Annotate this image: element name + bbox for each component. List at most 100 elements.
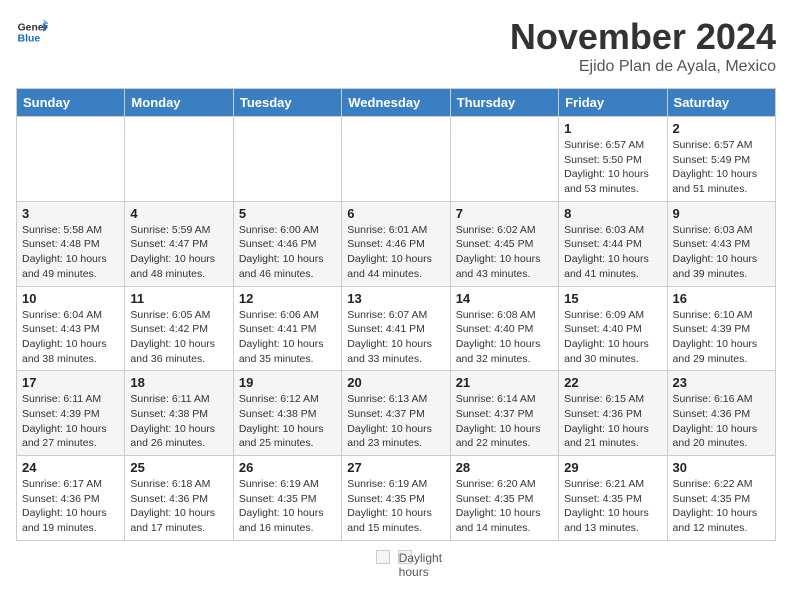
calendar-cell: 21 Sunrise: 6:14 AM Sunset: 4:37 PM Dayli…: [450, 371, 558, 456]
calendar-cell: 26 Sunrise: 6:19 AM Sunset: 4:35 PM Dayli…: [233, 456, 341, 541]
day-number: 17: [22, 375, 119, 390]
day-info: Sunrise: 6:17 AM Sunset: 4:36 PM Dayligh…: [22, 477, 119, 536]
day-number: 12: [239, 291, 336, 306]
calendar-cell: 27Sunrise: 6:19 AM Sunset: 4:35 PM Dayli…: [342, 456, 450, 541]
day-number: 10: [22, 291, 119, 306]
day-number: 27: [347, 460, 444, 475]
day-info: Sunrise: 6:11 AM Sunset: 4:38 PM Dayligh…: [130, 392, 227, 451]
calendar-cell: 29Sunrise: 6:21 AM Sunset: 4:35 PM Dayli…: [559, 456, 667, 541]
daylight-swatch: [376, 550, 390, 564]
calendar-cell: 18 Sunrise: 6:11 AM Sunset: 4:38 PM Dayli…: [125, 371, 233, 456]
calendar-cell: 1 Sunrise: 6:57 AM Sunset: 5:50 PM Daylig…: [559, 117, 667, 202]
day-number: 14: [456, 291, 553, 306]
calendar-cell: 10 Sunrise: 6:04 AM Sunset: 4:43 PM Dayli…: [17, 286, 125, 371]
day-number: 1: [564, 121, 661, 136]
day-number: 22: [564, 375, 661, 390]
calendar-cell: 30 Sunrise: 6:22 AM Sunset: 4:35 PM Dayli…: [667, 456, 775, 541]
day-number: 25: [130, 460, 227, 475]
calendar: SundayMondayTuesdayWednesdayThursdayFrid…: [16, 88, 776, 541]
day-info: Sunrise: 6:19 AM Sunset: 4:35 PM Dayligh…: [239, 477, 336, 536]
day-number: 5: [239, 206, 336, 221]
calendar-cell: 20Sunrise: 6:13 AM Sunset: 4:37 PM Dayli…: [342, 371, 450, 456]
day-info: Sunrise: 6:11 AM Sunset: 4:39 PM Dayligh…: [22, 392, 119, 451]
header: General Blue November 2024 Ejido Plan de…: [16, 16, 776, 76]
day-number: 2: [673, 121, 770, 136]
calendar-cell: 7 Sunrise: 6:02 AM Sunset: 4:45 PM Daylig…: [450, 201, 558, 286]
day-number: 21: [456, 375, 553, 390]
day-info: Sunrise: 6:57 AM Sunset: 5:49 PM Dayligh…: [673, 138, 770, 197]
day-info: Sunrise: 6:04 AM Sunset: 4:43 PM Dayligh…: [22, 308, 119, 367]
day-info: Sunrise: 6:15 AM Sunset: 4:36 PM Dayligh…: [564, 392, 661, 451]
day-number: 6: [347, 206, 444, 221]
logo: General Blue: [16, 16, 48, 48]
day-info: Sunrise: 6:20 AM Sunset: 4:35 PM Dayligh…: [456, 477, 553, 536]
calendar-cell: 2 Sunrise: 6:57 AM Sunset: 5:49 PM Daylig…: [667, 117, 775, 202]
calendar-cell: [450, 117, 558, 202]
day-info: Sunrise: 6:03 AM Sunset: 4:43 PM Dayligh…: [673, 223, 770, 282]
calendar-cell: 5 Sunrise: 6:00 AM Sunset: 4:46 PM Daylig…: [233, 201, 341, 286]
day-number: 30: [673, 460, 770, 475]
footer-note: Daylight hours: [16, 549, 776, 564]
calendar-cell: 14 Sunrise: 6:08 AM Sunset: 4:40 PM Dayli…: [450, 286, 558, 371]
day-number: 13: [347, 291, 444, 306]
day-info: Sunrise: 6:05 AM Sunset: 4:42 PM Dayligh…: [130, 308, 227, 367]
day-info: Sunrise: 6:16 AM Sunset: 4:36 PM Dayligh…: [673, 392, 770, 451]
calendar-cell: 11 Sunrise: 6:05 AM Sunset: 4:42 PM Dayli…: [125, 286, 233, 371]
location-title: Ejido Plan de Ayala, Mexico: [510, 58, 776, 76]
day-number: 26: [239, 460, 336, 475]
day-number: 18: [130, 375, 227, 390]
day-number: 3: [22, 206, 119, 221]
day-info: Sunrise: 6:00 AM Sunset: 4:46 PM Dayligh…: [239, 223, 336, 282]
day-info: Sunrise: 6:09 AM Sunset: 4:40 PM Dayligh…: [564, 308, 661, 367]
day-info: Sunrise: 6:07 AM Sunset: 4:41 PM Dayligh…: [347, 308, 444, 367]
day-number: 9: [673, 206, 770, 221]
calendar-cell: 24 Sunrise: 6:17 AM Sunset: 4:36 PM Dayli…: [17, 456, 125, 541]
day-number: 28: [456, 460, 553, 475]
calendar-cell: 28 Sunrise: 6:20 AM Sunset: 4:35 PM Dayli…: [450, 456, 558, 541]
dow-header-sunday: Sunday: [17, 89, 125, 117]
calendar-cell: [17, 117, 125, 202]
dow-header-thursday: Thursday: [450, 89, 558, 117]
daylight-label: Daylight hours: [398, 550, 412, 564]
logo-icon: General Blue: [16, 16, 48, 48]
day-number: 4: [130, 206, 227, 221]
dow-header-wednesday: Wednesday: [342, 89, 450, 117]
calendar-cell: 13 Sunrise: 6:07 AM Sunset: 4:41 PM Dayli…: [342, 286, 450, 371]
day-number: 20: [347, 375, 444, 390]
calendar-cell: 12 Sunrise: 6:06 AM Sunset: 4:41 PM Dayli…: [233, 286, 341, 371]
day-info: Sunrise: 6:57 AM Sunset: 5:50 PM Dayligh…: [564, 138, 661, 197]
calendar-cell: 3 Sunrise: 5:58 AM Sunset: 4:48 PM Daylig…: [17, 201, 125, 286]
title-area: November 2024 Ejido Plan de Ayala, Mexic…: [510, 16, 776, 76]
calendar-cell: 19 Sunrise: 6:12 AM Sunset: 4:38 PM Dayli…: [233, 371, 341, 456]
calendar-cell: 17 Sunrise: 6:11 AM Sunset: 4:39 PM Dayli…: [17, 371, 125, 456]
day-number: 24: [22, 460, 119, 475]
day-number: 19: [239, 375, 336, 390]
day-info: Sunrise: 6:06 AM Sunset: 4:41 PM Dayligh…: [239, 308, 336, 367]
calendar-cell: 25 Sunrise: 6:18 AM Sunset: 4:36 PM Dayli…: [125, 456, 233, 541]
day-info: Sunrise: 6:10 AM Sunset: 4:39 PM Dayligh…: [673, 308, 770, 367]
calendar-cell: [125, 117, 233, 202]
day-info: Sunrise: 6:18 AM Sunset: 4:36 PM Dayligh…: [130, 477, 227, 536]
day-info: Sunrise: 5:59 AM Sunset: 4:47 PM Dayligh…: [130, 223, 227, 282]
day-info: Sunrise: 6:03 AM Sunset: 4:44 PM Dayligh…: [564, 223, 661, 282]
calendar-cell: 16Sunrise: 6:10 AM Sunset: 4:39 PM Dayli…: [667, 286, 775, 371]
day-number: 8: [564, 206, 661, 221]
day-number: 23: [673, 375, 770, 390]
day-number: 29: [564, 460, 661, 475]
calendar-cell: 9 Sunrise: 6:03 AM Sunset: 4:43 PM Daylig…: [667, 201, 775, 286]
calendar-cell: 22 Sunrise: 6:15 AM Sunset: 4:36 PM Dayli…: [559, 371, 667, 456]
day-number: 7: [456, 206, 553, 221]
day-number: 11: [130, 291, 227, 306]
day-info: Sunrise: 6:02 AM Sunset: 4:45 PM Dayligh…: [456, 223, 553, 282]
day-info: Sunrise: 6:14 AM Sunset: 4:37 PM Dayligh…: [456, 392, 553, 451]
day-info: Sunrise: 6:08 AM Sunset: 4:40 PM Dayligh…: [456, 308, 553, 367]
dow-header-saturday: Saturday: [667, 89, 775, 117]
day-info: Sunrise: 6:12 AM Sunset: 4:38 PM Dayligh…: [239, 392, 336, 451]
calendar-cell: 15 Sunrise: 6:09 AM Sunset: 4:40 PM Dayli…: [559, 286, 667, 371]
day-info: Sunrise: 5:58 AM Sunset: 4:48 PM Dayligh…: [22, 223, 119, 282]
day-number: 15: [564, 291, 661, 306]
day-info: Sunrise: 6:22 AM Sunset: 4:35 PM Dayligh…: [673, 477, 770, 536]
calendar-cell: 23 Sunrise: 6:16 AM Sunset: 4:36 PM Dayli…: [667, 371, 775, 456]
calendar-cell: 8 Sunrise: 6:03 AM Sunset: 4:44 PM Daylig…: [559, 201, 667, 286]
calendar-cell: [233, 117, 341, 202]
